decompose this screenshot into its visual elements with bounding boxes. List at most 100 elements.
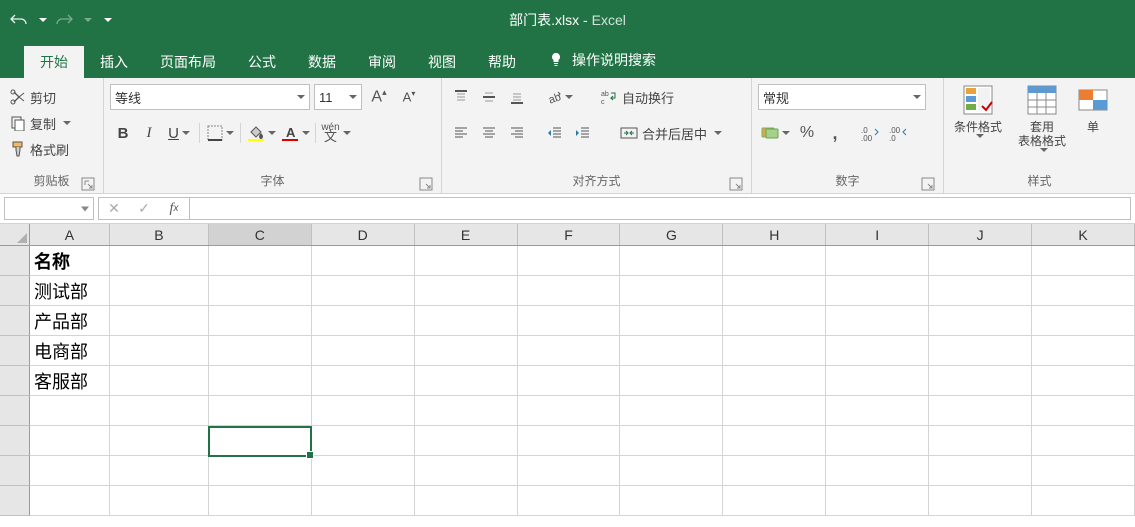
col-header-F[interactable]: F — [518, 224, 621, 245]
cell[interactable] — [826, 366, 929, 396]
cell-styles-button[interactable]: 单 — [1078, 84, 1108, 152]
cell[interactable] — [826, 426, 929, 456]
cell[interactable] — [723, 486, 826, 516]
cell[interactable] — [518, 486, 621, 516]
cell[interactable] — [312, 456, 415, 486]
cell[interactable] — [929, 426, 1032, 456]
row-header[interactable] — [0, 306, 30, 336]
qat-customize[interactable] — [104, 18, 112, 22]
cell[interactable] — [620, 486, 723, 516]
cell[interactable] — [312, 396, 415, 426]
cell[interactable] — [30, 486, 110, 516]
cell[interactable] — [312, 366, 415, 396]
percent-button[interactable]: % — [794, 120, 820, 146]
clipboard-launcher-icon[interactable] — [81, 177, 95, 191]
col-header-E[interactable]: E — [415, 224, 518, 245]
align-right-button[interactable] — [504, 120, 530, 146]
wrap-text-button[interactable]: abc 自动换行 — [594, 84, 680, 110]
cell[interactable] — [110, 336, 209, 366]
number-format-combo[interactable]: 常规 — [758, 84, 926, 110]
cell-A3[interactable]: 产品部 — [30, 306, 110, 336]
cell[interactable] — [209, 366, 312, 396]
italic-button[interactable]: I — [136, 120, 162, 146]
copy-button[interactable]: 复制 — [6, 110, 97, 136]
cell-J1[interactable] — [929, 246, 1032, 276]
fill-color-button[interactable] — [244, 120, 278, 146]
align-left-button[interactable] — [448, 120, 474, 146]
cell-G1[interactable] — [620, 246, 723, 276]
align-center-button[interactable] — [476, 120, 502, 146]
cell[interactable] — [30, 456, 110, 486]
cell[interactable] — [415, 456, 518, 486]
cell[interactable] — [1032, 336, 1135, 366]
cell[interactable] — [518, 396, 621, 426]
cell[interactable] — [723, 306, 826, 336]
cell[interactable] — [1032, 306, 1135, 336]
row-header[interactable] — [0, 456, 30, 486]
cell[interactable] — [518, 336, 621, 366]
fx-button[interactable]: fx — [159, 198, 189, 219]
tab-data[interactable]: 数据 — [292, 46, 352, 78]
cell[interactable] — [415, 306, 518, 336]
cell[interactable] — [929, 396, 1032, 426]
tab-page-layout[interactable]: 页面布局 — [144, 46, 232, 78]
cell[interactable] — [312, 276, 415, 306]
tab-home[interactable]: 开始 — [24, 46, 84, 78]
row-header[interactable] — [0, 486, 30, 516]
cell[interactable] — [110, 396, 209, 426]
merge-center-button[interactable]: 合并后居中 — [614, 120, 728, 146]
cell-E1[interactable] — [415, 246, 518, 276]
cell[interactable] — [30, 426, 110, 456]
cell-A4[interactable]: 电商部 — [30, 336, 110, 366]
undo-button[interactable] — [6, 7, 32, 33]
cell[interactable] — [723, 426, 826, 456]
format-painter-button[interactable]: 格式刷 — [6, 136, 97, 162]
cell[interactable] — [209, 276, 312, 306]
cell[interactable] — [620, 336, 723, 366]
col-header-G[interactable]: G — [620, 224, 723, 245]
increase-font-button[interactable]: A▴ — [366, 84, 392, 110]
redo-button[interactable] — [51, 7, 77, 33]
cell-A2[interactable]: 测试部 — [30, 276, 110, 306]
col-header-C[interactable]: C — [209, 224, 312, 245]
cell[interactable] — [929, 456, 1032, 486]
cell-K1[interactable] — [1032, 246, 1135, 276]
tab-review[interactable]: 审阅 — [352, 46, 412, 78]
font-size-combo[interactable]: 11 — [314, 84, 362, 110]
col-header-I[interactable]: I — [826, 224, 929, 245]
cell[interactable] — [110, 486, 209, 516]
border-button[interactable] — [203, 120, 237, 146]
cell[interactable] — [826, 486, 929, 516]
bold-button[interactable]: B — [110, 120, 136, 146]
cell[interactable] — [209, 456, 312, 486]
row-header[interactable] — [0, 336, 30, 366]
cell-B1[interactable] — [110, 246, 209, 276]
cell-A1[interactable]: 名称 — [30, 246, 110, 276]
font-color-button[interactable]: A — [278, 120, 312, 146]
align-top-button[interactable] — [448, 84, 474, 110]
tell-me-search[interactable]: 操作说明搜索 — [532, 42, 672, 78]
cell[interactable] — [929, 306, 1032, 336]
cell[interactable] — [209, 306, 312, 336]
col-header-K[interactable]: K — [1032, 224, 1135, 245]
increase-decimal-button[interactable]: .0.00 — [858, 120, 884, 146]
cell[interactable] — [415, 366, 518, 396]
copy-dropdown[interactable] — [63, 121, 71, 125]
align-middle-button[interactable] — [476, 84, 502, 110]
cell[interactable] — [826, 306, 929, 336]
accounting-format-button[interactable] — [758, 120, 792, 146]
cell[interactable] — [620, 456, 723, 486]
cell[interactable] — [518, 366, 621, 396]
cell[interactable] — [312, 486, 415, 516]
row-header[interactable] — [0, 276, 30, 306]
formula-input[interactable] — [189, 197, 1131, 220]
conditional-format-button[interactable]: 条件格式 — [950, 84, 1006, 152]
align-bottom-button[interactable] — [504, 84, 530, 110]
cell[interactable] — [620, 396, 723, 426]
cell[interactable] — [518, 276, 621, 306]
cell[interactable] — [723, 456, 826, 486]
cell[interactable] — [826, 276, 929, 306]
cell[interactable] — [209, 336, 312, 366]
col-header-D[interactable]: D — [312, 224, 415, 245]
redo-dropdown[interactable] — [84, 18, 92, 22]
